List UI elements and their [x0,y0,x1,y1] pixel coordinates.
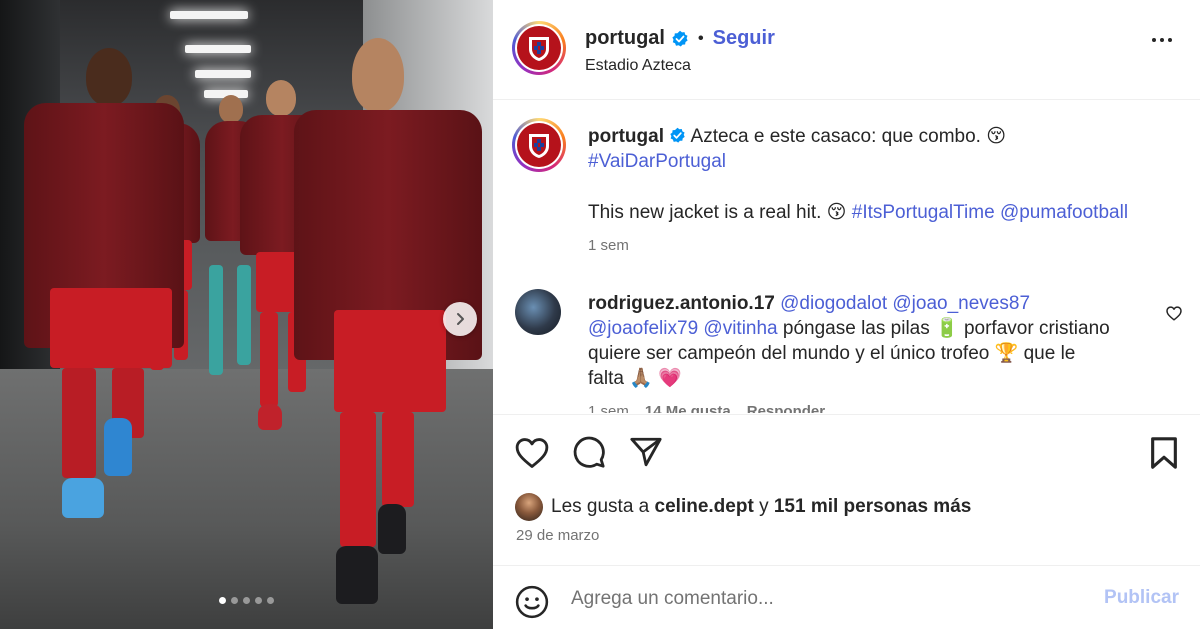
ceiling-light [185,45,251,53]
comment-like-heart-icon[interactable] [1166,306,1182,321]
comment-icon[interactable] [572,435,606,469]
reply-button[interactable]: Responder [747,403,825,413]
avatar[interactable] [512,21,566,75]
header-separator: • [698,29,704,47]
chevron-right-icon [457,313,464,325]
carousel-indicator [0,597,493,604]
comment-text: que le [1023,343,1076,364]
comment-username[interactable]: rodriguez.antonio.17 [588,293,775,314]
carousel-dot [219,597,226,604]
avatar[interactable] [512,118,566,172]
emoji: 😚 [986,126,1007,147]
emoji: 😚 [826,202,847,223]
send-icon[interactable] [629,435,663,469]
carousel-dot [255,597,262,604]
carousel-dot [231,597,238,604]
ceiling-light [195,70,251,78]
liker-avatar[interactable] [515,493,543,521]
likes-summary: Les gusta a celine.dept y 151 mil person… [515,493,971,521]
comment-input[interactable]: Agrega un comentario... [571,588,774,610]
liker-username[interactable]: celine.dept [655,496,754,517]
follow-button[interactable]: Seguir [713,27,775,50]
caption-text: Azteca e este casaco: que combo. [690,126,981,147]
mention-link[interactable]: @pumafootball [1000,202,1128,223]
likes-prefix: Les gusta a [551,496,650,517]
carousel-next-button[interactable] [443,302,477,336]
comment-text: porfavor cristiano [963,318,1110,339]
caption-timestamp[interactable]: 1 sem [588,237,1178,254]
emoji: 🔋 [935,318,959,339]
verified-badge-icon [670,127,685,143]
commenter-avatar[interactable] [515,289,561,335]
action-bar: Les gusta a celine.dept y 151 mil person… [493,414,1200,564]
bookmark-icon[interactable] [1149,436,1179,470]
likes-connector: y [759,496,769,517]
post-detail-panel: portugal • Seguir Estadio Azteca portuga… [493,0,1200,629]
emoji: 🏆 [994,343,1019,364]
carousel-dot [243,597,250,604]
verified-badge-icon [672,30,688,46]
comment-timestamp[interactable]: 1 sem [588,403,629,413]
comments-scroll-area[interactable]: portugal Azteca e este casaco: que combo… [493,101,1200,413]
comment-composer: Agrega un comentario... Publicar [493,565,1200,629]
caption-text: This new jacket is a real hit. [588,202,822,223]
post-location[interactable]: Estadio Azteca [585,57,691,75]
comment-text: quiere ser campeón del mundo y el único … [588,343,990,364]
emoji: 🙏🏽 [629,368,653,389]
ceiling-light [170,11,248,19]
portugal-crest-icon [529,134,549,158]
portugal-crest-icon [529,37,549,61]
more-options-icon[interactable] [1152,38,1172,42]
mention-link[interactable]: @joaofelix79 @vitinha [588,318,778,339]
carousel-dot [267,597,274,604]
likes-count[interactable]: 151 mil personas más [774,496,972,517]
heart-icon[interactable] [515,437,549,469]
comment-text: póngase las pilas [782,318,930,339]
hashtag-link[interactable]: #ItsPortugalTime [852,202,995,223]
mention-link[interactable]: @diogodalot @joao_neves87 [780,293,1030,314]
comment: rodriguez.antonio.17 @diogodalot @joao_n… [588,291,1148,413]
comment-text: falta [588,368,624,389]
emoji: 💗 [658,368,682,389]
hashtag-link[interactable]: #VaiDarPortugal [588,151,726,172]
post-username[interactable]: portugal [585,27,665,50]
publish-button[interactable]: Publicar [1104,587,1179,609]
caption: portugal Azteca e este casaco: que combo… [588,124,1178,254]
post-media[interactable] [0,0,493,629]
caption-username[interactable]: portugal [588,126,664,147]
emoji-icon[interactable] [515,585,549,619]
post-date[interactable]: 29 de marzo [516,527,599,544]
comment-likes[interactable]: 14 Me gusta [645,403,731,413]
post-header: portugal • Seguir Estadio Azteca [493,0,1200,100]
